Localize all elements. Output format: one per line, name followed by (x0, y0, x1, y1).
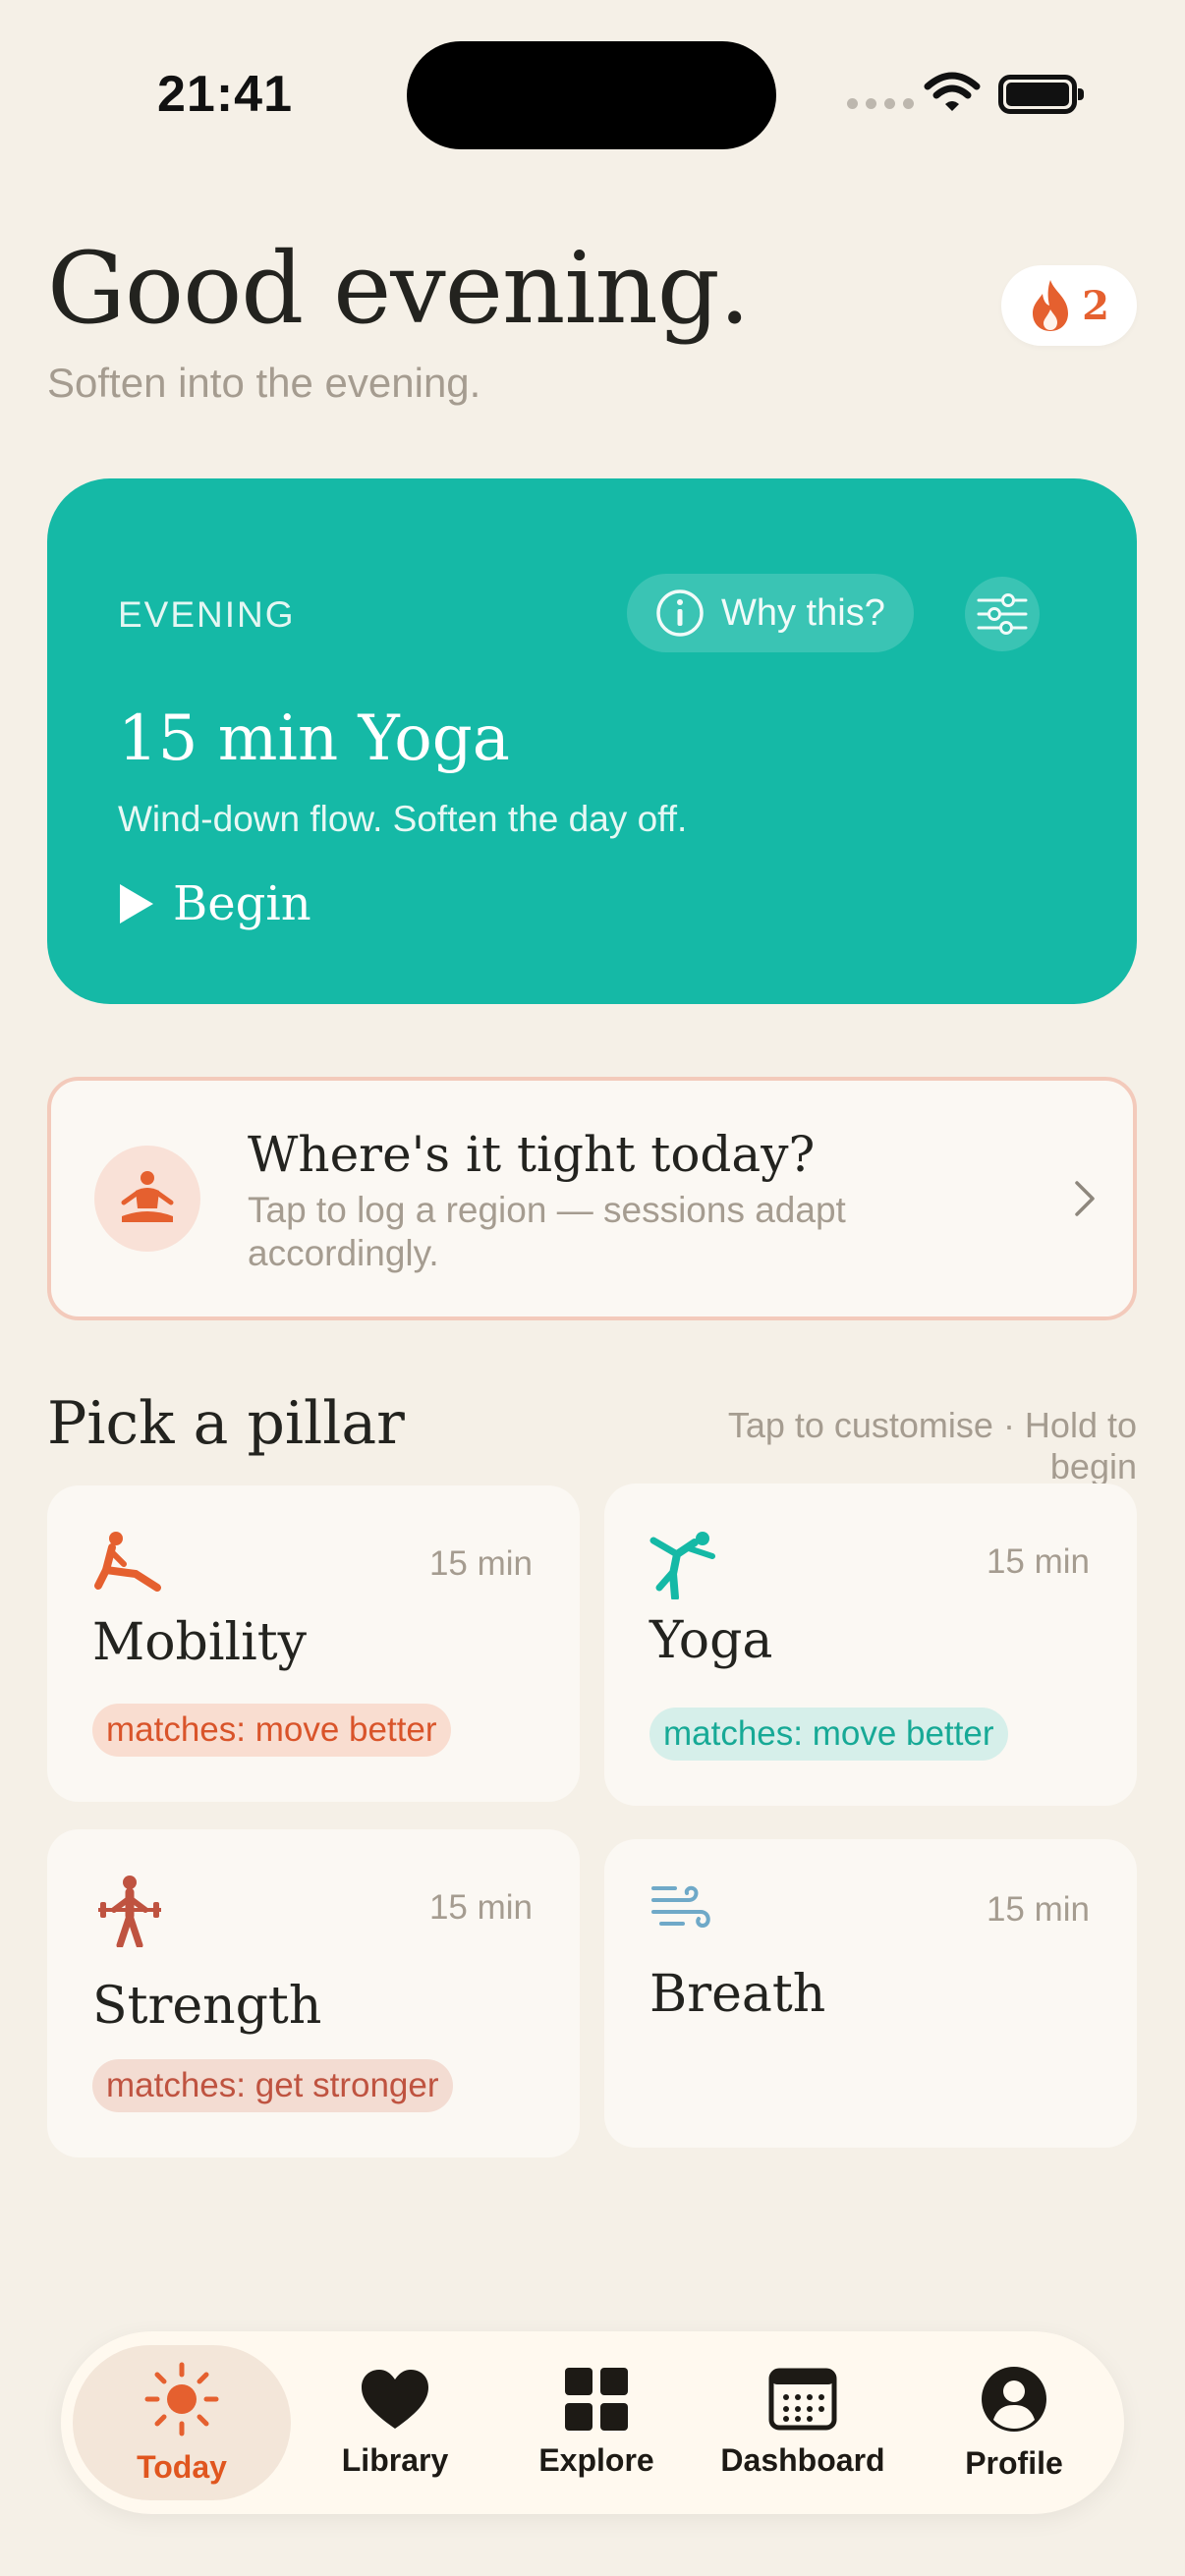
session-description: Wind-down flow. Soften the day off. (118, 799, 688, 839)
meditation-icon (94, 1146, 200, 1252)
bottom-tab-bar: Today Library Explore Dashboard Profile (61, 2331, 1124, 2514)
pillar-duration: 15 min (986, 1890, 1090, 1929)
pillar-heading: Pick a pillar (47, 1389, 405, 1458)
tab-label: Library (341, 2441, 449, 2478)
session-title: 15 min Yoga (118, 702, 510, 775)
streak-badge[interactable]: 2 (1001, 265, 1137, 346)
greeting-title: Good evening. (47, 231, 751, 346)
pillar-name: Strength (92, 1977, 322, 2036)
sun-icon (144, 2362, 219, 2436)
tab-profile[interactable]: Profile (926, 2345, 1102, 2500)
pillar-hint: Tap to customise · Hold to begin (727, 1405, 1137, 1486)
weightlifter-icon (98, 1876, 161, 1947)
pillar-name: Breath (649, 1965, 826, 2024)
why-this-label: Why this? (721, 591, 885, 634)
stretch-icon (94, 1532, 161, 1592)
wifi-icon (924, 72, 981, 111)
tab-library[interactable]: Library (326, 2345, 464, 2500)
pillar-goal-tag: matches: get stronger (92, 2059, 453, 2112)
pillar-card-mobility[interactable]: 15 min Mobility matches: move better (47, 1485, 580, 1802)
greeting-subtitle: Soften into the evening. (47, 360, 481, 406)
info-icon (656, 589, 704, 637)
yoga-pose-icon (649, 1532, 715, 1599)
heart-icon (362, 2369, 428, 2429)
tight-card-description: Tap to log a region — sessions adapt acc… (248, 1190, 846, 1273)
log-tightness-card[interactable]: Where's it tight today? Tap to log a reg… (47, 1077, 1137, 1320)
customize-button[interactable] (965, 577, 1040, 651)
tab-today[interactable]: Today (73, 2345, 291, 2500)
sliders-icon (977, 593, 1028, 635)
pillar-name: Yoga (649, 1611, 773, 1670)
pillar-duration: 15 min (428, 1544, 533, 1583)
pillar-duration: 15 min (986, 1542, 1090, 1581)
tab-label: Dashboard (720, 2441, 885, 2478)
status-time: 21:41 (157, 66, 293, 123)
pillar-goal-tag: matches: move better (649, 1708, 1008, 1761)
wind-icon (651, 1885, 710, 1929)
time-of-day-label: EVENING (118, 594, 296, 635)
dynamic-island (407, 41, 776, 149)
streak-count: 2 (1082, 282, 1109, 329)
tight-card-title: Where's it tight today? (248, 1126, 816, 1183)
calendar-icon (768, 2368, 837, 2430)
begin-label: Begin (173, 876, 311, 931)
tab-dashboard[interactable]: Dashboard (700, 2345, 906, 2500)
pillar-name: Mobility (92, 1613, 308, 1672)
tab-label: Profile (965, 2444, 1063, 2481)
pillar-goal-tag: matches: move better (92, 1704, 451, 1757)
person-icon (982, 2366, 1046, 2432)
pillar-duration: 15 min (428, 1888, 533, 1927)
tab-explore[interactable]: Explore (513, 2345, 680, 2500)
tab-label: Today (137, 2448, 227, 2485)
begin-button[interactable]: Begin (118, 876, 311, 931)
battery-icon (998, 75, 1084, 114)
grid-icon (565, 2367, 628, 2431)
cellular-signal-icon (847, 98, 914, 109)
pillar-card-strength[interactable]: 15 min Strength matches: get stronger (47, 1829, 580, 2157)
why-this-button[interactable]: Why this? (627, 574, 914, 652)
pillar-card-yoga[interactable]: 15 min Yoga matches: move better (604, 1484, 1137, 1806)
recommended-session-card[interactable]: EVENING Why this? 15 min Yoga Wind-down … (47, 478, 1137, 1004)
pillar-card-breath[interactable]: 15 min Breath (604, 1839, 1137, 2148)
play-icon (120, 884, 153, 924)
flame-icon (1033, 280, 1069, 331)
chevron-right-icon (1075, 1181, 1095, 1216)
tab-label: Explore (538, 2441, 654, 2478)
